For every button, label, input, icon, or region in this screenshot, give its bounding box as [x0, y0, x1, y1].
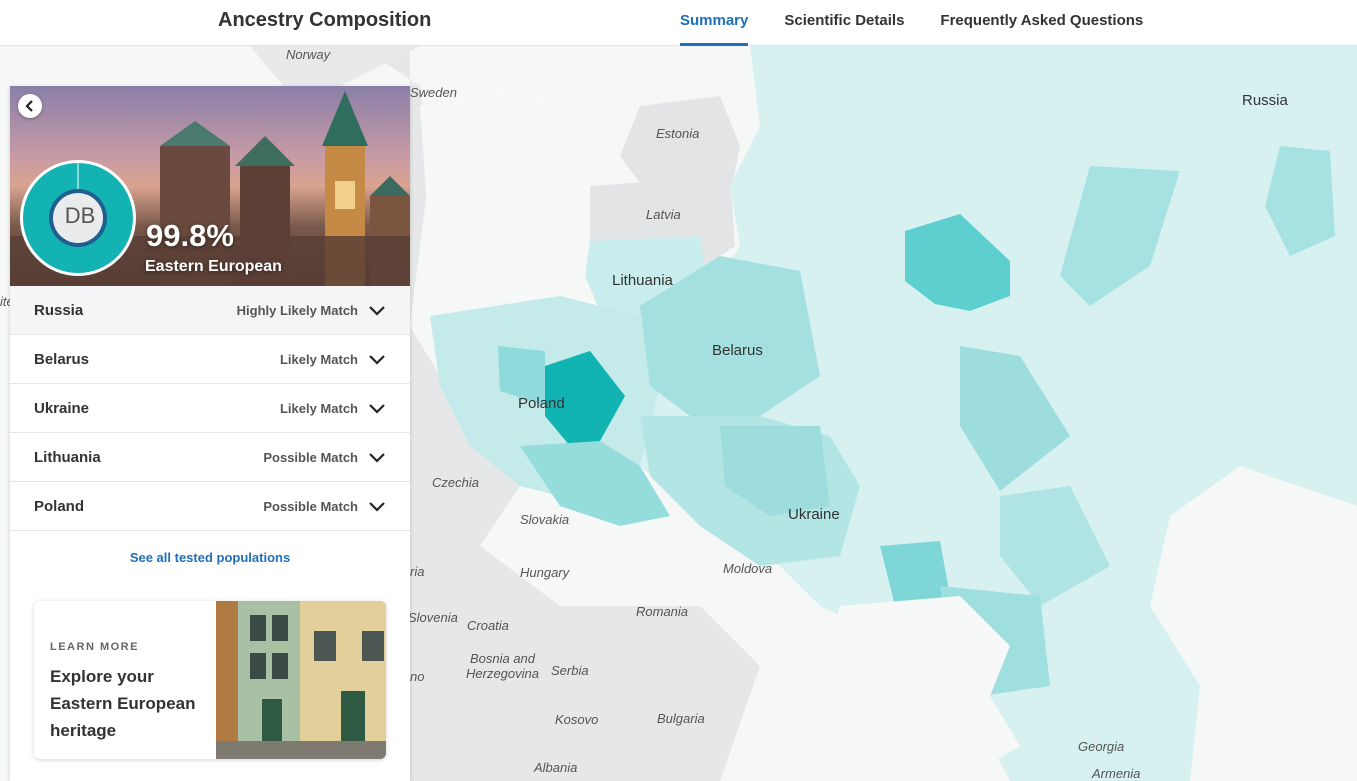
- map-label-czechia: Czechia: [432, 475, 479, 490]
- map-label-hungary: Hungary: [520, 565, 570, 580]
- match-row-ukraine[interactable]: Ukraine Likely Match: [10, 384, 410, 433]
- map-label-sweden: Sweden: [410, 85, 457, 100]
- see-all-populations-link[interactable]: See all tested populations: [10, 550, 410, 565]
- hero-image: DB 99.8% Eastern European: [10, 86, 410, 286]
- chevron-down-icon: [369, 355, 385, 365]
- match-country: Russia: [34, 301, 84, 319]
- match-level: Likely Match: [279, 351, 358, 367]
- map-label-edge-ria: ria: [410, 564, 425, 579]
- chevron-down-icon: [369, 502, 385, 512]
- ancestry-panel: DB 99.8% Eastern European Russia Highly …: [10, 86, 410, 781]
- map-label-moldova: Moldova: [723, 561, 773, 576]
- population-name: Eastern European: [145, 258, 282, 275]
- map-label-russia: Russia: [1242, 92, 1288, 109]
- map-label-albania: Albania: [534, 760, 578, 775]
- match-country: Lithuania: [34, 448, 101, 466]
- back-button[interactable]: [18, 94, 42, 118]
- ancestry-percentage: 99.8%: [146, 218, 234, 253]
- match-country: Ukraine: [34, 399, 90, 417]
- map-label-lithuania: Lithuania: [612, 272, 673, 289]
- learn-more-kicker: LEARN MORE: [50, 641, 139, 653]
- learn-more-text: Explore your Eastern European heritage: [50, 667, 196, 740]
- avatar-initials: DB: [64, 203, 96, 228]
- map-label-slovakia: Slovakia: [520, 512, 570, 527]
- map-label-croatia: Croatia: [467, 618, 509, 633]
- chevron-down-icon: [369, 453, 385, 463]
- top-bar: Ancestry Composition Summary Scientific …: [0, 0, 1357, 46]
- match-level: Possible Match: [263, 498, 358, 514]
- match-country: Belarus: [34, 350, 90, 368]
- tab-faq[interactable]: Frequently Asked Questions: [940, 0, 1143, 46]
- match-row-belarus[interactable]: Belarus Likely Match: [10, 335, 410, 384]
- match-country: Poland: [34, 497, 85, 515]
- match-level: Likely Match: [279, 400, 358, 416]
- map-label-georgia: Georgia: [1078, 739, 1125, 754]
- map-label-ukraine: Ukraine: [788, 506, 840, 523]
- map-label-norway: Norway: [286, 47, 331, 62]
- map-label-serbia: Serbia: [551, 663, 589, 678]
- match-row-lithuania[interactable]: Lithuania Possible Match: [10, 433, 410, 482]
- map-label-slovenia: Slovenia: [408, 610, 458, 625]
- map-label-bulgaria: Bulgaria: [657, 711, 705, 726]
- tab-bar: Summary Scientific Details Frequently As…: [680, 0, 1179, 46]
- match-level: Highly Likely Match: [236, 302, 358, 318]
- chevron-down-icon: [369, 306, 385, 316]
- map-label-armenia: Armenia: [1092, 766, 1141, 781]
- map-label-romania: Romania: [636, 604, 689, 619]
- match-row-russia[interactable]: Russia Highly Likely Match: [10, 286, 410, 335]
- map-label-belarus: Belarus: [712, 342, 763, 359]
- map-label-edge-no: no: [410, 669, 425, 684]
- map-label-estonia: Estonia: [656, 126, 700, 141]
- chevron-left-icon: [25, 100, 33, 112]
- match-row-poland[interactable]: Poland Possible Match: [10, 482, 410, 531]
- match-level: Possible Match: [263, 449, 358, 465]
- page-title: Ancestry Composition: [218, 9, 432, 31]
- map-label-poland: Poland: [518, 395, 565, 412]
- match-list: Russia Highly Likely Match Belarus Likel…: [10, 286, 410, 531]
- chevron-down-icon: [369, 404, 385, 414]
- learn-more-card[interactable]: LEARN MORE Explore your Eastern European…: [34, 601, 386, 759]
- map-label-latvia: Latvia: [646, 207, 681, 222]
- map-label-kosovo: Kosovo: [555, 712, 599, 727]
- tab-scientific-details[interactable]: Scientific Details: [784, 0, 904, 46]
- map-label-bosnia: Bosnia and Herzegovina: [466, 651, 539, 681]
- heritage-buildings-image: [216, 601, 386, 759]
- tab-summary[interactable]: Summary: [680, 0, 749, 46]
